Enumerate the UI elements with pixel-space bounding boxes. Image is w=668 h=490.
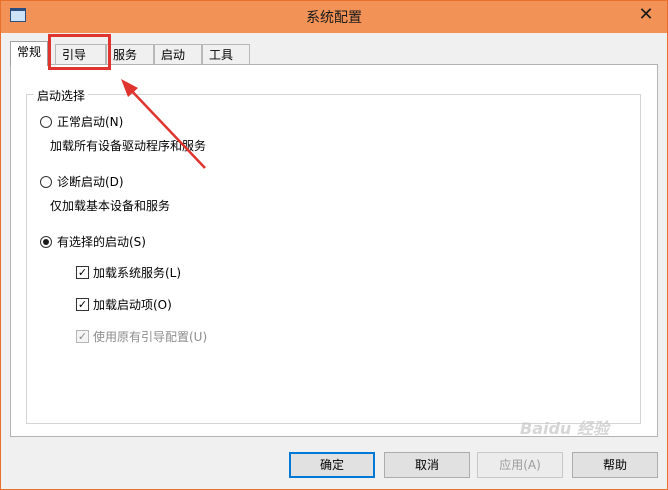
help-button[interactable]: 帮助 [572, 452, 658, 478]
diagnostic-startup-radio[interactable]: 诊断启动(D) [40, 173, 190, 191]
checkbox-checked-disabled: ✓ [76, 330, 89, 343]
tab-services[interactable]: 服务 [106, 44, 154, 65]
checkbox-checked: ✓ [76, 298, 89, 311]
window-title: 系统配置 [306, 10, 362, 26]
tab-tools[interactable]: 工具 [202, 44, 250, 65]
use-original-boot-config-checkbox: ✓ 使用原有引导配置(U) [76, 328, 256, 346]
diagnostic-startup-description: 仅加载基本设备和服务 [50, 199, 171, 213]
radio-indicator [40, 176, 52, 188]
radio-indicator-selected [40, 236, 52, 248]
group-legend: 启动选择 [34, 87, 89, 104]
checkbox-label: 加载系统服务(L) [93, 266, 182, 280]
normal-startup-description: 加载所有设备驱动程序和服务 [50, 139, 207, 153]
tab-general[interactable]: 常规 [10, 41, 48, 66]
cancel-button[interactable]: 取消 [384, 452, 470, 478]
general-tab-panel: 启动选择 正常启动(N) 加载所有设备驱动程序和服务 诊断启动(D) 仅加载基本… [10, 64, 658, 437]
radio-label: 有选择的启动(S) [57, 235, 146, 249]
selective-startup-radio[interactable]: 有选择的启动(S) [40, 233, 190, 251]
checkbox-label: 加载启动项(O) [93, 298, 172, 312]
close-button[interactable]: ✕ [635, 4, 657, 26]
load-system-services-checkbox[interactable]: ✓ 加载系统服务(L) [76, 264, 236, 282]
checkbox-checked: ✓ [76, 266, 89, 279]
normal-startup-radio[interactable]: 正常启动(N) [40, 113, 190, 131]
apply-button: 应用(A) [477, 452, 563, 478]
tab-boot[interactable]: 引导 [55, 44, 106, 65]
startup-selection-group: 启动选择 正常启动(N) 加载所有设备驱动程序和服务 诊断启动(D) 仅加载基本… [26, 87, 641, 424]
radio-indicator [40, 116, 52, 128]
radio-label: 诊断启动(D) [57, 175, 124, 189]
checkbox-label: 使用原有引导配置(U) [93, 330, 208, 344]
tab-startup[interactable]: 启动 [154, 44, 202, 65]
radio-label: 正常启动(N) [57, 115, 124, 129]
title-bar[interactable]: 系统配置 ✕ [1, 1, 667, 33]
ok-button[interactable]: 确定 [289, 452, 375, 478]
watermark-text: Baidu 经验 [520, 419, 609, 438]
load-startup-items-checkbox[interactable]: ✓ 加载启动项(O) [76, 296, 236, 314]
